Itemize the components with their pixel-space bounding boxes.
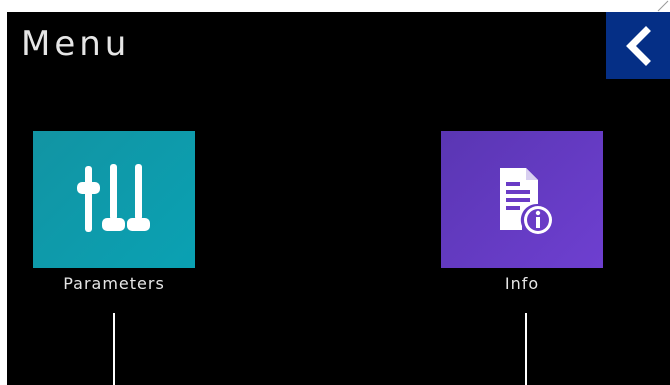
connector-line: [113, 313, 115, 385]
device-screen: Menu Parameters Info: [7, 12, 670, 385]
parameters-label[interactable]: Parameters: [33, 273, 195, 295]
parameters-tile[interactable]: [33, 131, 195, 268]
corner-mark: [657, 0, 669, 12]
document-info-icon: [500, 167, 552, 234]
connector-line: [525, 313, 527, 385]
chevron-left-icon: [626, 25, 651, 66]
back-button[interactable]: [606, 12, 670, 79]
info-label[interactable]: Info: [441, 273, 603, 295]
sliders-icon: [77, 163, 150, 232]
info-tile[interactable]: [441, 131, 603, 268]
page-title: Menu: [21, 24, 131, 64]
